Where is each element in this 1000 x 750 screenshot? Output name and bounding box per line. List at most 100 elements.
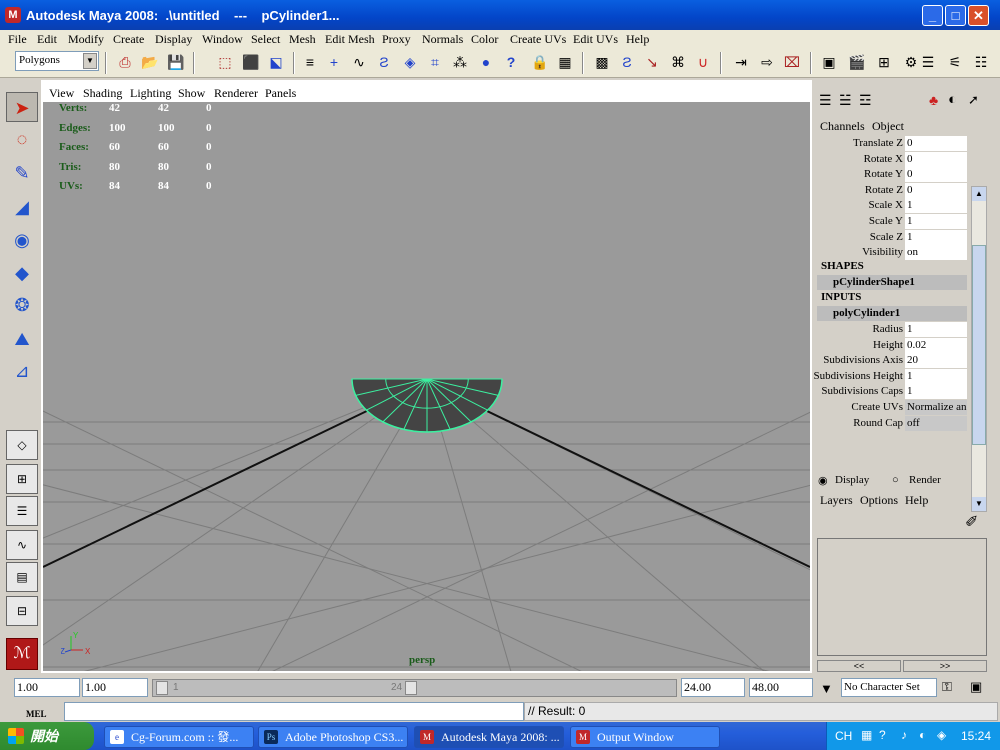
- display-radio-label[interactable]: Display: [835, 474, 869, 486]
- taskbar-item-browser[interactable]: e Cg-Forum.com :: 發...: [104, 726, 254, 748]
- channel-value[interactable]: 0: [905, 151, 967, 167]
- snap-point-icon[interactable]: Ƨ: [373, 52, 395, 72]
- menu-display[interactable]: Display: [155, 32, 192, 47]
- sound-icon[interactable]: ♪: [901, 728, 907, 742]
- menu-color[interactable]: Color: [471, 32, 498, 47]
- channel-row[interactable]: Rotate Z0: [817, 182, 987, 199]
- channel-row[interactable]: Rotate Y0: [817, 167, 987, 183]
- panel-menu-view[interactable]: View: [49, 86, 74, 101]
- menu-normals[interactable]: Normals: [422, 32, 463, 47]
- panel-menu-renderer[interactable]: Renderer: [214, 86, 258, 101]
- snap-curve-icon[interactable]: ∿: [348, 52, 370, 72]
- channel-value[interactable]: off: [905, 415, 967, 431]
- layer-list[interactable]: [817, 538, 987, 656]
- taskbar-item-output-window[interactable]: M Output Window: [570, 726, 720, 748]
- menu-proxy[interactable]: Proxy: [382, 32, 411, 47]
- quick-select-icon[interactable]: ⌧: [781, 52, 803, 72]
- render-current-icon[interactable]: 🎬: [846, 52, 868, 72]
- save-scene-icon[interactable]: 💾: [165, 52, 187, 72]
- ipr-render-icon[interactable]: Ƨ: [616, 52, 638, 72]
- chevron-down-icon[interactable]: ▼: [83, 53, 97, 69]
- menu-mesh[interactable]: Mesh: [289, 32, 316, 47]
- options-menu[interactable]: Options: [860, 493, 898, 508]
- channel-value[interactable]: 0: [905, 182, 967, 198]
- channel-value[interactable]: on: [905, 245, 967, 261]
- rotate-tool-icon[interactable]: ◉: [6, 225, 38, 255]
- soft-modification-icon[interactable]: ⛰: [6, 324, 38, 354]
- perspective-viewport[interactable]: View Shading Lighting Show Renderer Pane…: [41, 80, 812, 673]
- new-layer-icon[interactable]: ✐: [965, 512, 978, 532]
- snap-grid-icon[interactable]: +: [323, 52, 345, 72]
- open-scene-icon[interactable]: 📂: [139, 52, 161, 72]
- help-icon[interactable]: ?: [500, 52, 522, 72]
- channel-value[interactable]: 0.02: [905, 337, 967, 353]
- menu-set-selector[interactable]: Polygons ▼: [15, 51, 99, 71]
- language-indicator[interactable]: CH: [835, 729, 852, 743]
- title-bar[interactable]: M Autodesk Maya 2008: .\untitled --- pCy…: [0, 0, 1000, 30]
- channel-box-toggle-icon[interactable]: ☰: [819, 92, 832, 109]
- start-time-field[interactable]: 1.00: [14, 678, 80, 697]
- range-end-field[interactable]: 48.00: [749, 678, 813, 697]
- input-line-icon[interactable]: ⇥: [730, 52, 752, 72]
- shape-node[interactable]: pCylinderShape1: [817, 275, 967, 290]
- move-tool-icon[interactable]: ◢: [6, 192, 38, 222]
- four-view-layout-icon[interactable]: ⊞: [6, 464, 38, 494]
- scale-tool-icon[interactable]: ◆: [6, 258, 38, 288]
- channel-layer-toggle-icon[interactable]: ☱: [839, 92, 852, 109]
- menu-window[interactable]: Window: [202, 32, 243, 47]
- magnet-icon[interactable]: ∪: [692, 52, 714, 72]
- render-radio-label[interactable]: Render: [909, 474, 941, 486]
- menu-create[interactable]: Create: [113, 32, 144, 47]
- panel-menu-shading[interactable]: Shading: [83, 86, 122, 101]
- taskbar-item-maya[interactable]: M Autodesk Maya 2008: ...: [414, 726, 564, 748]
- select-hierarchy-icon[interactable]: ⬚: [214, 52, 236, 72]
- panel-menu-show[interactable]: Show: [178, 86, 205, 101]
- input-row[interactable]: Subdivisions Caps 1: [817, 384, 987, 400]
- tab-channels[interactable]: Channels: [820, 119, 865, 134]
- display-radio-icon[interactable]: ◉: [818, 474, 828, 487]
- input-row[interactable]: Radius 1: [817, 322, 987, 338]
- hypershade-icon[interactable]: ⌘: [667, 52, 689, 72]
- paint-select-tool-icon[interactable]: ✎: [6, 158, 38, 188]
- ime-icon[interactable]: ▦: [861, 728, 872, 742]
- attribute-editor-icon[interactable]: ☰: [917, 52, 939, 72]
- mel-label[interactable]: MEL: [26, 709, 47, 719]
- panel-menu-lighting[interactable]: Lighting: [130, 86, 171, 101]
- minimize-button[interactable]: _: [922, 5, 943, 26]
- channel-value[interactable]: 1: [905, 322, 967, 337]
- range-slider[interactable]: 1 24: [152, 679, 677, 697]
- render-frame-icon[interactable]: ▩: [591, 52, 613, 72]
- tab-object[interactable]: Object: [872, 119, 904, 134]
- selection-mask-icon[interactable]: ≡: [299, 52, 321, 72]
- help-menu[interactable]: Help: [905, 493, 928, 508]
- menu-edit-uvs[interactable]: Edit UVs: [573, 32, 618, 47]
- maya-logo-icon[interactable]: ℳ: [6, 638, 38, 670]
- menu-file[interactable]: File: [8, 32, 27, 47]
- channel-row[interactable]: Rotate X0: [817, 151, 987, 168]
- select-component-icon[interactable]: ⬕: [265, 52, 287, 72]
- channel-row[interactable]: Scale Y1: [817, 214, 987, 230]
- outliner-layout-icon[interactable]: ☰: [6, 496, 38, 526]
- channel-value[interactable]: 1: [905, 198, 967, 214]
- input-row[interactable]: Subdivisions Height 1: [813, 368, 987, 385]
- snap-plane-icon[interactable]: ◈: [399, 52, 421, 72]
- menu-edit-mesh[interactable]: Edit Mesh: [325, 32, 375, 47]
- scroll-up-icon[interactable]: ▲: [972, 187, 986, 201]
- channel-value[interactable]: Normalize an: [905, 400, 967, 415]
- input-node[interactable]: polyCylinder1: [817, 306, 967, 321]
- select-tool-icon[interactable]: ➤: [6, 92, 38, 122]
- security-icon[interactable]: ◈: [937, 728, 946, 742]
- channel-value[interactable]: 0: [905, 167, 967, 183]
- current-time-field[interactable]: 1.00: [82, 678, 148, 697]
- universal-manipulator-icon[interactable]: ❂: [6, 290, 38, 320]
- channel-value[interactable]: 0: [905, 136, 967, 151]
- new-scene-icon[interactable]: ⎙: [114, 52, 136, 72]
- close-button[interactable]: ✕: [968, 5, 989, 26]
- channel-value[interactable]: 1: [905, 368, 967, 384]
- start-button[interactable]: 開始: [0, 722, 94, 750]
- channel-value[interactable]: 20: [905, 353, 967, 369]
- input-row[interactable]: Subdivisions Axis 20: [817, 353, 987, 369]
- range-start-handle[interactable]: [156, 681, 168, 695]
- panel-menu-panels[interactable]: Panels: [265, 86, 296, 101]
- single-perspective-layout-icon[interactable]: ◇: [6, 430, 38, 460]
